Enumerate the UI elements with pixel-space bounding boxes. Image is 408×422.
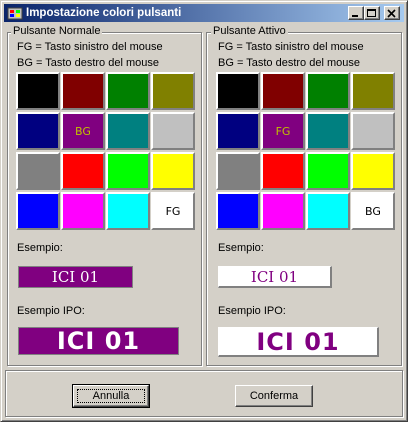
normal-color-swatch[interactable]: [16, 72, 60, 110]
normal-color-swatch[interactable]: [16, 192, 60, 230]
title-bar[interactable]: Impostazione colori pulsanti: [4, 4, 404, 22]
active-example-text: ICI 01: [250, 267, 299, 286]
close-button[interactable]: [384, 6, 400, 20]
active-color-swatch[interactable]: [306, 192, 350, 230]
minimize-icon: [352, 15, 358, 17]
normal-ipo-label: Esempio IPO:: [17, 305, 85, 317]
active-color-swatch[interactable]: [216, 72, 260, 110]
focus-rectangle: [77, 389, 145, 403]
button-bar: [5, 370, 403, 417]
active-example-preview: ICI 01: [218, 266, 332, 288]
normal-color-swatch[interactable]: [61, 152, 105, 190]
normal-color-swatch[interactable]: [151, 112, 195, 150]
normal-color-swatch[interactable]: [61, 72, 105, 110]
active-hint-bg: BG = Tasto destro del mouse: [218, 57, 360, 69]
active-color-swatch[interactable]: [306, 112, 350, 150]
normal-example-label: Esempio:: [17, 242, 63, 254]
active-ipo-label: Esempio IPO:: [218, 305, 286, 317]
active-fg-marker: FG: [275, 124, 291, 138]
window-title: Impostazione colori pulsanti: [26, 7, 182, 19]
normal-color-swatch[interactable]: [106, 112, 150, 150]
active-bg-marker: BG: [365, 204, 381, 218]
confirm-button-label: Conferma: [249, 390, 299, 402]
active-color-swatch[interactable]: [216, 192, 260, 230]
active-color-swatch[interactable]: BG: [351, 192, 395, 230]
active-color-swatch[interactable]: [216, 112, 260, 150]
normal-hint-fg: FG = Tasto sinistro del mouse: [17, 41, 163, 53]
normal-color-swatch[interactable]: FG: [151, 192, 195, 230]
active-ipo-preview: ICI 01: [218, 327, 379, 357]
normal-fg-marker: FG: [165, 204, 181, 218]
normal-bg-marker: BG: [75, 124, 91, 138]
active-group-title: Pulsante Attivo: [211, 25, 288, 38]
palette-icon: [7, 5, 23, 21]
active-color-swatch[interactable]: [261, 72, 305, 110]
normal-color-swatch[interactable]: [16, 152, 60, 190]
active-color-swatch[interactable]: [261, 192, 305, 230]
normal-color-swatch[interactable]: BG: [61, 112, 105, 150]
active-example-label: Esempio:: [218, 242, 264, 254]
active-hint-fg: FG = Tasto sinistro del mouse: [218, 41, 364, 53]
minimize-button[interactable]: [348, 6, 364, 20]
maximize-icon: [367, 9, 376, 17]
normal-color-swatch[interactable]: [106, 72, 150, 110]
active-color-swatch[interactable]: [306, 72, 350, 110]
normal-group-title: Pulsante Normale: [11, 25, 103, 38]
normal-color-swatch[interactable]: [106, 192, 150, 230]
active-color-swatch[interactable]: FG: [261, 112, 305, 150]
active-ipo-text: ICI 01: [256, 327, 340, 356]
close-icon: [387, 9, 396, 18]
normal-hint-bg: BG = Tasto destro del mouse: [17, 57, 159, 69]
normal-ipo-preview: ICI 01: [18, 327, 179, 355]
normal-color-swatch[interactable]: [106, 152, 150, 190]
normal-example-text: ICI 01: [51, 268, 100, 286]
active-color-swatch[interactable]: [306, 152, 350, 190]
normal-example-preview: ICI 01: [18, 266, 133, 288]
active-color-swatch[interactable]: [216, 152, 260, 190]
normal-ipo-text: ICI 01: [56, 327, 141, 355]
maximize-button[interactable]: [364, 6, 380, 20]
active-color-swatch[interactable]: [351, 152, 395, 190]
cancel-button[interactable]: Annulla: [72, 384, 150, 408]
color-settings-dialog: Impostazione colori pulsanti Pulsante No…: [0, 0, 408, 422]
normal-color-swatch[interactable]: [151, 152, 195, 190]
normal-color-swatch[interactable]: [151, 72, 195, 110]
normal-color-swatch[interactable]: [61, 192, 105, 230]
confirm-button[interactable]: Conferma: [235, 385, 313, 407]
active-color-swatch[interactable]: [351, 72, 395, 110]
normal-color-swatch[interactable]: [16, 112, 60, 150]
active-color-swatch[interactable]: [351, 112, 395, 150]
active-color-swatch[interactable]: [261, 152, 305, 190]
